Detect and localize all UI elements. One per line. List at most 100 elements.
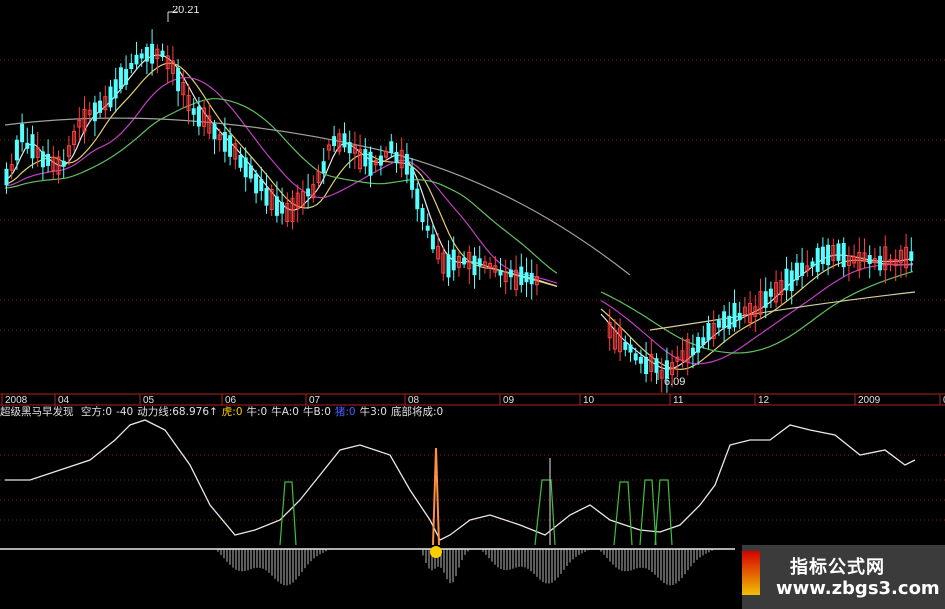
- candle-body: [378, 155, 383, 166]
- candle-body: [784, 268, 789, 291]
- candle-body: [716, 320, 721, 328]
- watermark-title: 指标公式网: [790, 557, 885, 578]
- candle-body: [264, 188, 269, 206]
- candle-body: [529, 272, 534, 285]
- candle-body: [243, 157, 248, 178]
- candle-body: [321, 161, 326, 174]
- time-tick-label: 12: [758, 395, 770, 406]
- candle-body: [14, 139, 19, 161]
- candle-body: [389, 141, 394, 153]
- time-tick-label: 2009: [858, 395, 881, 406]
- candle-body: [30, 134, 35, 159]
- candle-body: [810, 261, 815, 267]
- candle-body: [248, 165, 253, 179]
- indicator-value: 牛:0: [246, 406, 268, 418]
- candle-body: [134, 54, 139, 65]
- candle-body: [789, 270, 794, 292]
- ma-line: [649, 291, 916, 331]
- candle-body: [628, 344, 633, 353]
- indicator-name: 超级黑马早发现: [0, 406, 74, 418]
- candle-body: [836, 243, 841, 261]
- candle-body: [280, 202, 285, 214]
- candle-body: [191, 108, 196, 115]
- candle-body: [410, 167, 415, 190]
- candle-body: [40, 151, 45, 168]
- candle-body: [238, 154, 243, 168]
- signal-spike: [279, 481, 297, 546]
- candle-body: [150, 43, 155, 64]
- candle-body: [368, 151, 373, 176]
- candle-body: [638, 356, 643, 364]
- signal-spike: [639, 479, 657, 546]
- candle-body: [222, 131, 227, 152]
- candle-body: [274, 196, 279, 216]
- candle-body: [800, 262, 805, 276]
- candle-body: [732, 302, 737, 328]
- candle-body: [92, 102, 97, 122]
- indicator-status-bar: 超级黑马早发现 空方:0 -40 动力线:68.976↑ 虎:0 牛:0 牛A:0 牛B:0…: [0, 405, 451, 420]
- candle-body: [451, 249, 456, 271]
- moving-average-lines: [4, 54, 916, 371]
- candle-body: [690, 347, 695, 356]
- candle-body: [462, 257, 467, 265]
- indicator-value: 空方:0: [80, 406, 113, 418]
- indicator-value: 牛3:0: [359, 406, 387, 418]
- candle-body: [404, 153, 409, 175]
- indicator-value: 牛B:0: [302, 406, 331, 418]
- candle-body: [826, 244, 831, 266]
- candle-body: [4, 168, 9, 186]
- candle-body: [332, 136, 337, 146]
- candle-body: [519, 266, 524, 286]
- candle-body: [124, 69, 129, 85]
- ma-line: [4, 117, 631, 276]
- watermark-url: www.zbgs3.com: [776, 578, 940, 599]
- candle-body: [160, 50, 165, 58]
- candle-body: [763, 291, 768, 308]
- candle-body: [176, 68, 181, 92]
- candle-body: [144, 47, 149, 62]
- time-tick-label: 11: [673, 395, 684, 406]
- candle-body: [623, 341, 628, 350]
- candle-body: [477, 258, 482, 267]
- time-tick-label: 09: [503, 395, 515, 406]
- indicator-value: 猪:0: [334, 406, 356, 418]
- candle-body: [430, 234, 435, 250]
- candle-body: [696, 336, 701, 353]
- indicator-value: 牛A:0: [271, 406, 299, 418]
- candle-body: [113, 79, 118, 99]
- candle-body: [498, 269, 503, 276]
- ma-line: [4, 98, 914, 354]
- candle-body: [259, 179, 264, 192]
- time-tick-label: 10: [583, 395, 595, 406]
- candle-body: [306, 188, 311, 197]
- candle-body: [415, 188, 420, 210]
- smiley-marker-icon: [430, 546, 442, 558]
- price-gridlines: [0, 59, 945, 521]
- candle-body: [196, 106, 201, 127]
- stock-chart: 20.216.09 2008040506070809101112200902: [0, 4, 945, 586]
- candle-body: [212, 123, 217, 140]
- candle-body: [794, 262, 799, 281]
- candle-body: [727, 315, 732, 329]
- indicator-value: 动力线:68.976↑: [137, 406, 218, 418]
- candle-body: [706, 323, 711, 341]
- candle-body: [420, 208, 425, 223]
- candle-body: [768, 288, 773, 297]
- ma-line: [4, 76, 913, 365]
- candle-body: [524, 272, 529, 283]
- watermark-badge: 指标公式网 www.zbgs3.com: [742, 545, 945, 609]
- candle-body: [25, 142, 30, 149]
- candle-body: [701, 337, 706, 346]
- signal-spike: [613, 481, 633, 546]
- candle-body: [820, 246, 825, 265]
- indicator-value: 底部将成:0: [391, 406, 444, 418]
- candle-body: [425, 225, 430, 231]
- indicator-value: -40: [116, 406, 134, 418]
- candle-body: [98, 100, 103, 113]
- candle-body: [508, 269, 513, 278]
- candle-body: [20, 123, 25, 143]
- candle-body: [472, 255, 477, 276]
- candle-body: [118, 67, 123, 89]
- candle-body: [654, 358, 659, 373]
- indicator-value: 虎:0: [221, 406, 243, 418]
